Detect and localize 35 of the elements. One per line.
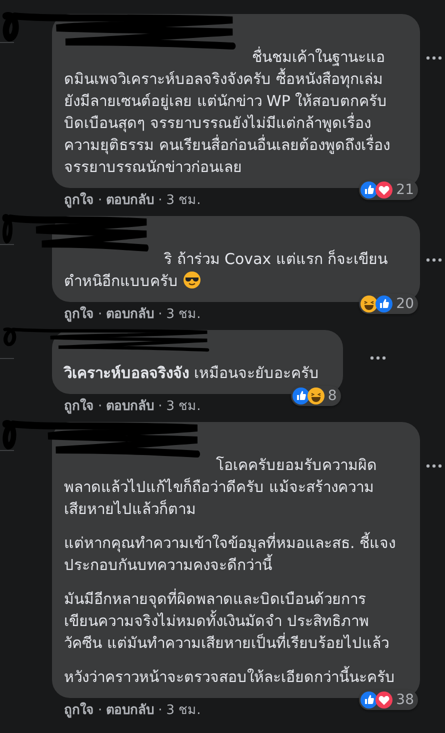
comment-text: ชื่นชมเค้าในฐานะแอดมินเพจวิเคราะห์บอลจริงจังครับ ซื้อหนังสือทุกเล่มยังมีลายเซนต์อยู่เลย แต่นักข่าว WP ให้สอบตกครับ บิดเบือนสุดๆ จรรยาบรรณยังไม่มีแต่กล้าพูดเรื่องความยุติธรรม คนเรียนสื่อก่อนอื่นเลยต้องพูดถึงเรื่องจรรยาบรรณนักข่าวก่อนเลย: [64, 46, 391, 178]
action-link[interactable]: ตอบกลับ: [106, 192, 154, 210]
timestamp: 3 ชม.: [166, 192, 201, 210]
comment-text: แต่หากคุณทำความเข้าใจข้อมูลที่หมอและสธ. ชี้แจงประกอบกันบทความคงจะดีกว่านี้: [64, 532, 396, 576]
action-link[interactable]: ตอบกลับ: [106, 702, 154, 720]
comment-text: มันมีอีกหลายจุดที่ผิดพลาดและบิดเบือนด้วยการเขียนความจริงไม่หมดทั้งเงินมัดจำ ประสิทธิภาพวัคซีน แต่มันทำความเสียหายเป็นที่เรียบร้อยไปแล้ว: [64, 588, 390, 654]
action-link[interactable]: ถูกใจ: [64, 702, 94, 720]
separator-dot: ·: [158, 702, 162, 720]
more-options-icon[interactable]: [426, 258, 442, 262]
reaction-badge[interactable]: 20: [359, 294, 418, 314]
more-options-icon[interactable]: [426, 56, 442, 60]
separator-dot: ·: [98, 398, 102, 416]
action-link[interactable]: ถูกใจ: [64, 398, 94, 416]
timestamp: 3 ชม.: [166, 306, 201, 324]
timestamp: 3 ชม.: [166, 398, 201, 416]
separator-dot: ·: [158, 398, 162, 416]
separator-dot: ·: [98, 192, 102, 210]
more-options-icon[interactable]: [370, 356, 386, 360]
timestamp: 3 ชม.: [166, 702, 201, 720]
action-link[interactable]: ตอบกลับ: [106, 306, 154, 324]
comment-text: โอเคครับยอมรับความผิดพลาดแล้วไปแก้ไขก็ถือว่าดีครับ แม้จะสร้างความเสียหายไปแล้วก็ตาม: [64, 455, 378, 520]
reaction-badge[interactable]: 21: [359, 180, 418, 200]
comment-text: หวังว่าคราวหน้าจะตรวจสอบให้ละเอียดกว่านี้นะครับ: [64, 666, 396, 688]
reaction-badge[interactable]: 8: [290, 386, 341, 406]
reaction-badge[interactable]: 38: [359, 690, 418, 710]
separator-dot: ·: [98, 306, 102, 324]
separator-dot: ·: [158, 306, 162, 324]
comment-text: ริ ถ้าร่วม Covax แต่แรก ก็จะเขียนตำหนิอีกแบบครับ: [64, 248, 389, 292]
action-link[interactable]: ถูกใจ: [64, 306, 94, 324]
separator-dot: ·: [98, 702, 102, 720]
action-link[interactable]: ถูกใจ: [64, 192, 94, 210]
comment-text: วิเคราะห์บอลจริงจัง เหมือนจะยับอะครับ: [64, 363, 319, 384]
action-link[interactable]: ตอบกลับ: [106, 398, 154, 416]
separator-dot: ·: [158, 192, 162, 210]
more-options-icon[interactable]: [426, 464, 442, 468]
